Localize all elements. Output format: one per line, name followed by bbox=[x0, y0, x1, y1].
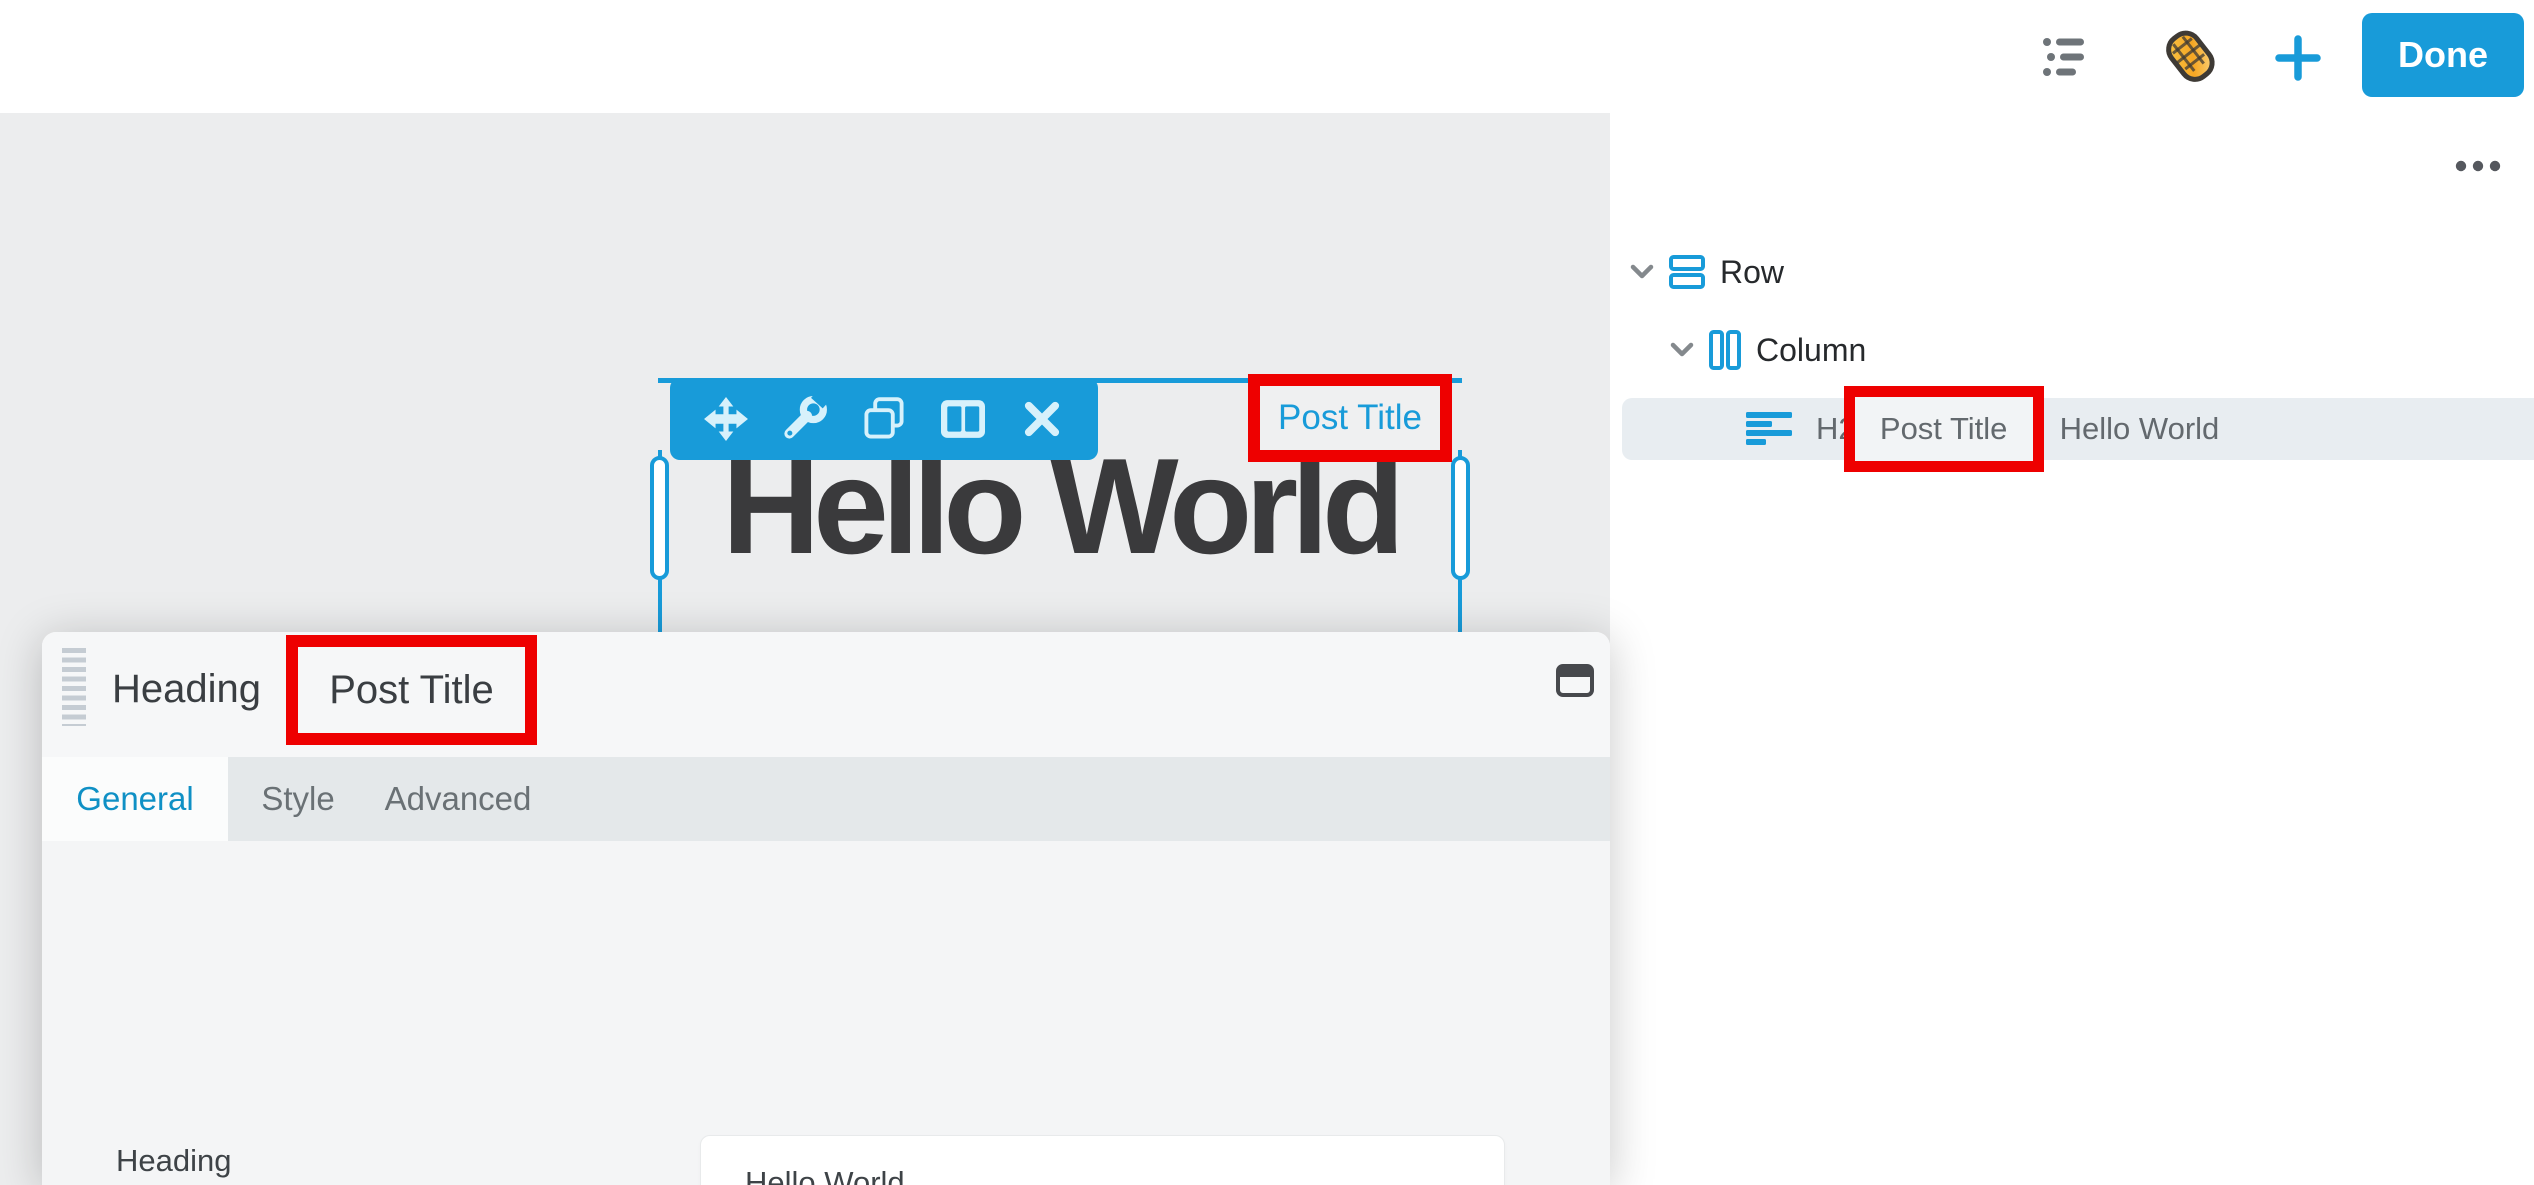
annotation-box-module-badge: Post Title bbox=[1248, 374, 1452, 462]
settings-tabs: General Style Advanced bbox=[42, 757, 1610, 841]
outline-panel-menu-button[interactable] bbox=[2450, 151, 2506, 181]
heading-text-input[interactable] bbox=[700, 1135, 1505, 1185]
settings-panel-title: Heading bbox=[112, 667, 261, 712]
beaver-builder-editor: Done bbox=[0, 0, 2534, 1185]
settings-module-badge: Post Title bbox=[329, 668, 494, 713]
chevron-down-icon[interactable] bbox=[1670, 342, 1694, 358]
done-button[interactable]: Done bbox=[2362, 13, 2524, 97]
panel-drag-handle[interactable] bbox=[62, 648, 86, 726]
wrench-icon bbox=[782, 396, 828, 442]
outline-panel-button[interactable] bbox=[2040, 30, 2096, 84]
top-toolbar: Done bbox=[0, 0, 2534, 113]
column-resize-handle-left[interactable] bbox=[650, 456, 669, 580]
outline-item-row[interactable]: Row bbox=[1630, 246, 1784, 298]
settings-panel-body: Heading HTML Tag h2 bbox=[42, 841, 1610, 1185]
module-settings-panel: Heading Post Title General Style Advance… bbox=[42, 632, 1610, 1185]
column-icon bbox=[1708, 328, 1742, 372]
tab-general[interactable]: General bbox=[42, 757, 228, 841]
annotation-box-settings-badge: Post Title bbox=[286, 635, 537, 745]
module-toolbar bbox=[670, 378, 1098, 460]
outline-panel: Row Column H2 bbox=[1610, 113, 2534, 1185]
add-content-button[interactable] bbox=[2270, 32, 2326, 84]
move-icon bbox=[703, 396, 749, 442]
chevron-down-icon[interactable] bbox=[1630, 264, 1654, 280]
builder-menu-button[interactable] bbox=[2156, 22, 2226, 92]
outline-icon bbox=[2042, 33, 2094, 81]
outline-module-name: Post Title bbox=[1880, 411, 2008, 447]
module-name-badge: Post Title bbox=[1278, 398, 1422, 438]
outline-row-label: Row bbox=[1720, 254, 1784, 291]
outline-item-heading-module[interactable]: H2 Post Title Hello World bbox=[1622, 398, 2534, 460]
outline-column-label: Column bbox=[1756, 332, 1866, 369]
tab-advanced[interactable]: Advanced bbox=[368, 757, 548, 841]
close-icon bbox=[1024, 401, 1060, 437]
dock-panel-button[interactable] bbox=[1553, 660, 1597, 700]
plus-icon bbox=[2274, 34, 2322, 82]
columns-layout-button[interactable] bbox=[937, 393, 989, 445]
module-settings-button[interactable] bbox=[779, 393, 831, 445]
tab-style[interactable]: Style bbox=[228, 757, 368, 841]
settings-panel-header: Heading Post Title bbox=[42, 632, 1610, 757]
heading-module-icon bbox=[1746, 411, 1794, 447]
duplicate-module-button[interactable] bbox=[858, 393, 910, 445]
ellipsis-icon bbox=[2454, 159, 2502, 173]
annotation-box-outline-module-name: Post Title bbox=[1844, 386, 2044, 472]
outline-item-column[interactable]: Column bbox=[1670, 324, 1866, 376]
delete-module-button[interactable] bbox=[1016, 393, 1068, 445]
columns-icon bbox=[941, 400, 985, 438]
window-icon bbox=[1556, 664, 1594, 697]
move-module-button[interactable] bbox=[700, 393, 752, 445]
beaver-builder-logo-icon bbox=[2157, 23, 2225, 91]
heading-field-label: Heading bbox=[116, 1143, 231, 1179]
outline-module-text: Hello World bbox=[2060, 411, 2220, 447]
duplicate-icon bbox=[862, 397, 906, 441]
column-resize-handle-right[interactable] bbox=[1451, 456, 1470, 580]
row-icon bbox=[1668, 250, 1706, 294]
